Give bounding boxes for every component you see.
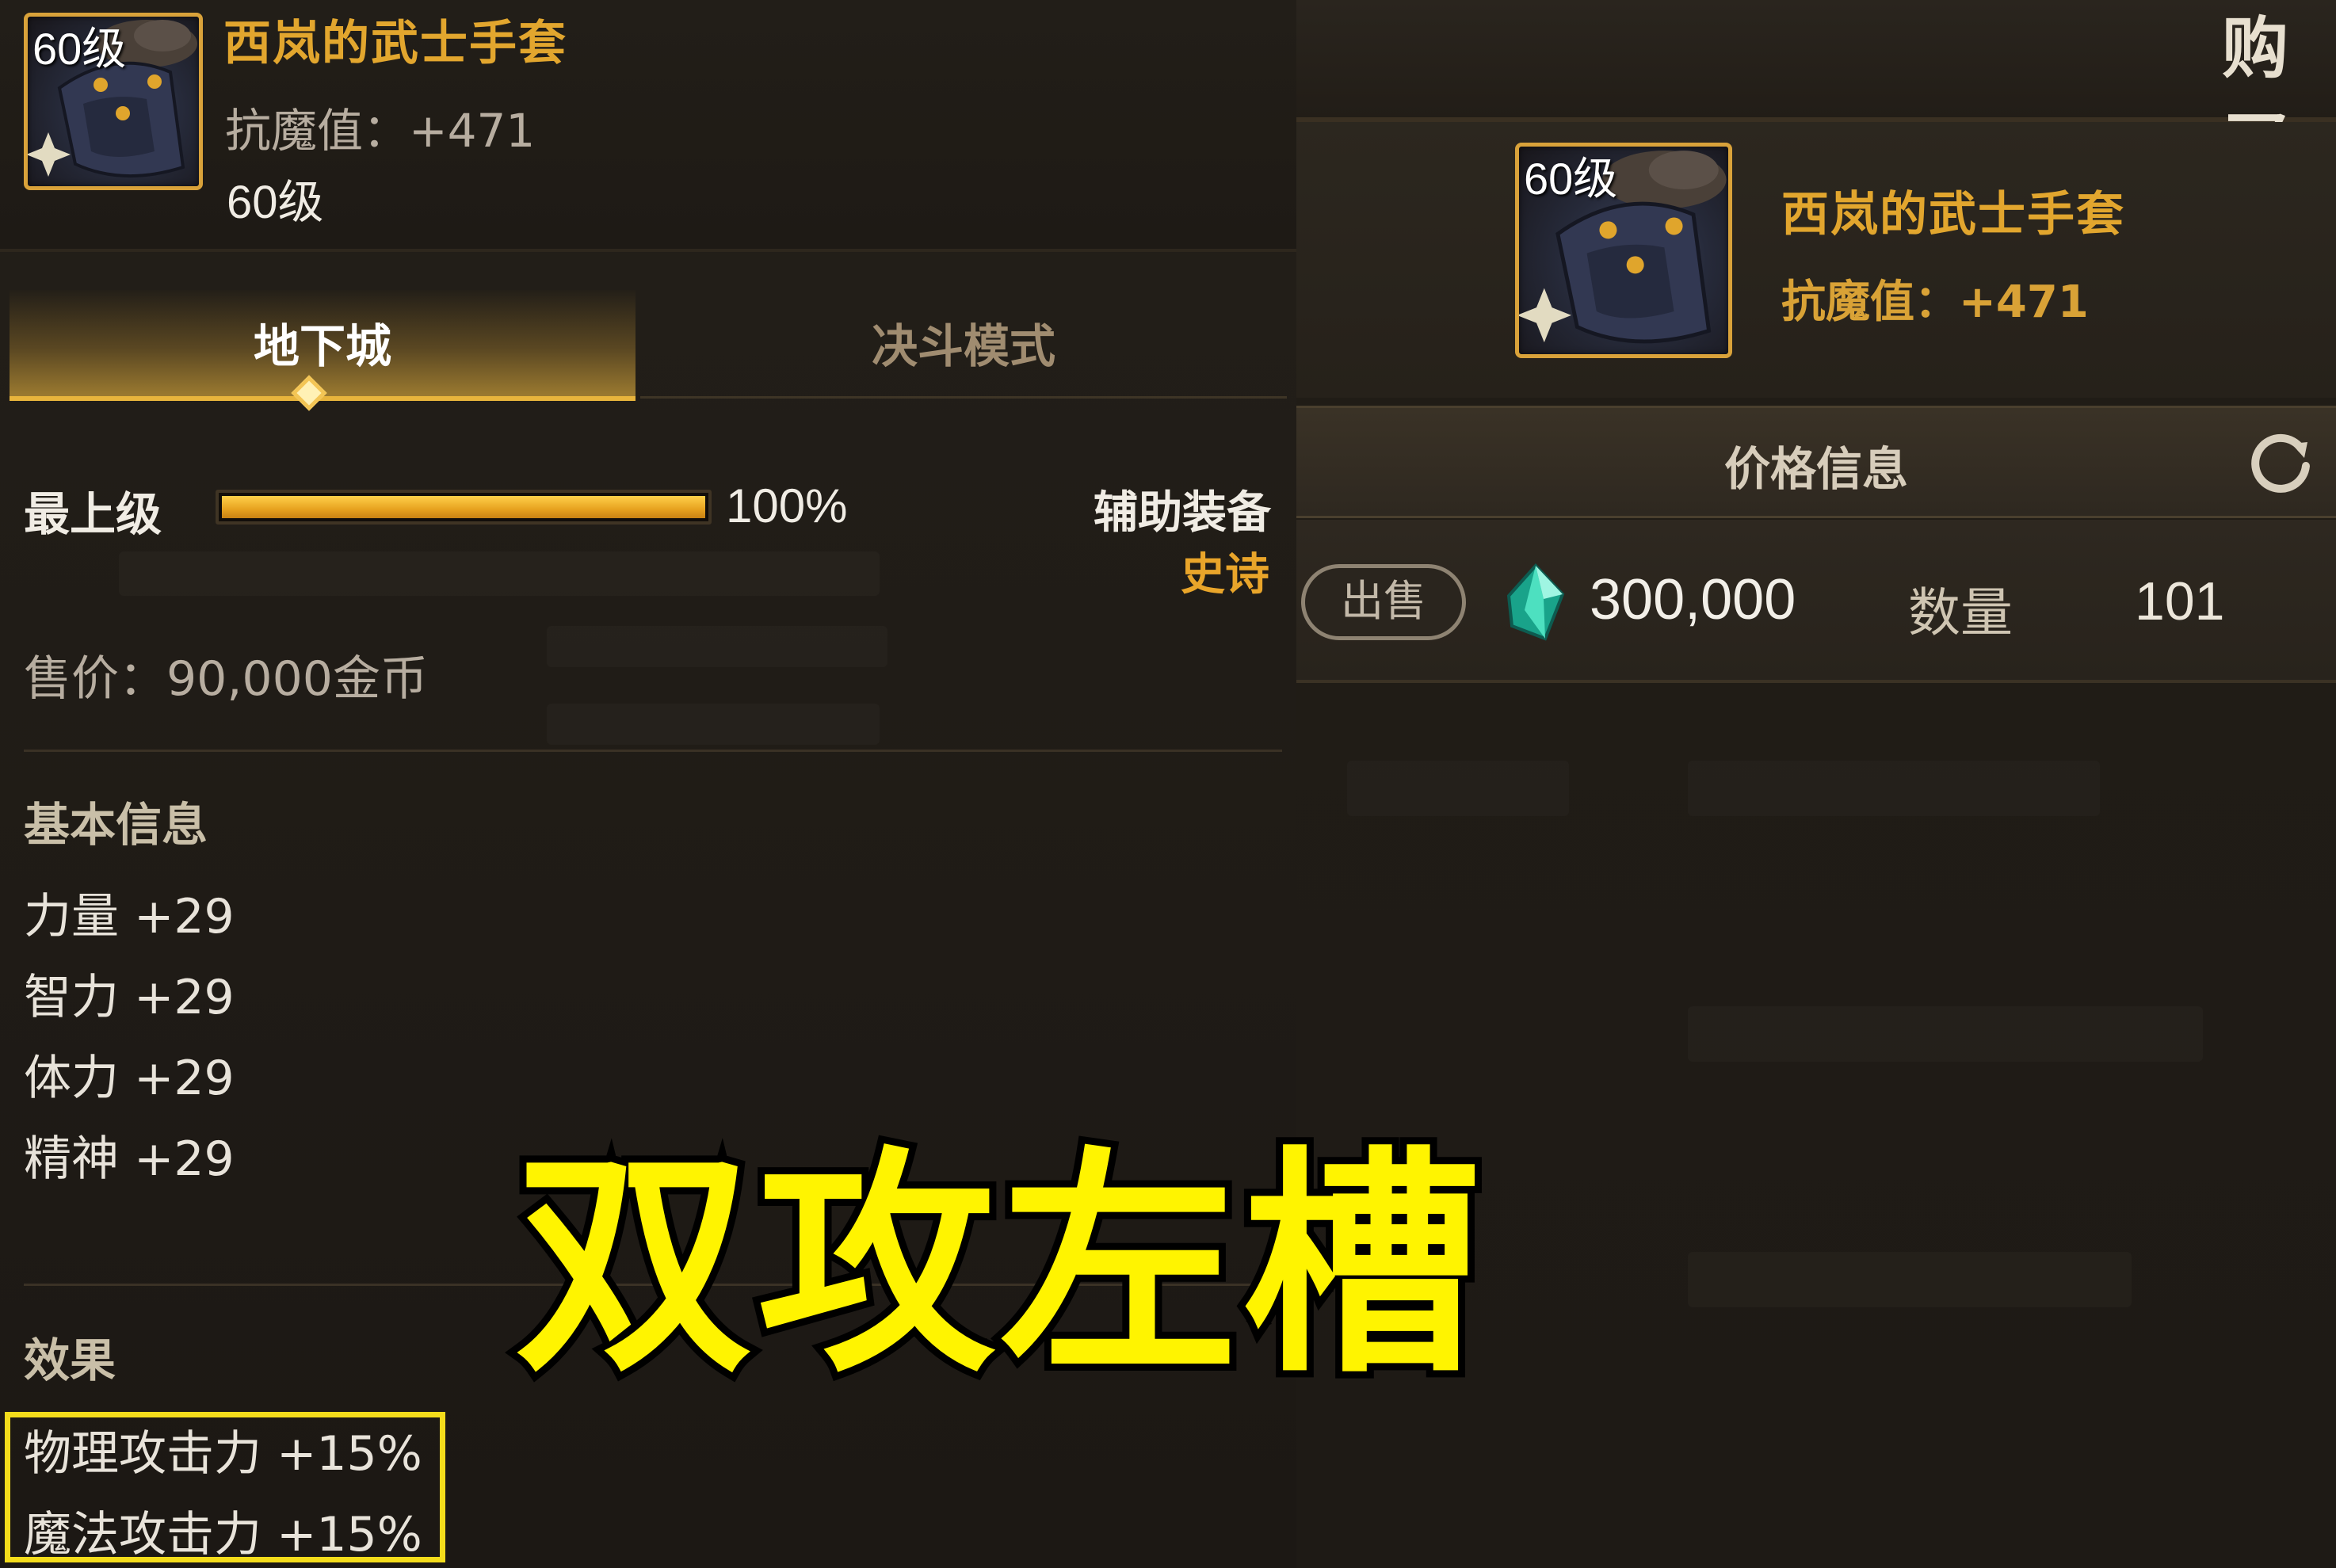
item-level-badge: 60级 [32,24,127,74]
market-magic-resist: 抗魔值：+471 [1781,277,2089,328]
tab-duel-label: 决斗模式 [871,319,1055,373]
tab-dungeon-label: 地下城 [253,319,391,373]
ghost-row [1347,761,1569,816]
price-info-bar: 价格信息 [1296,406,2336,518]
stat-intelligence: 智力 +29 [24,970,235,1025]
gauntlet-item-icon[interactable]: 60级 [24,13,203,190]
quantity-value: 101 [2135,571,2225,631]
ghost-row [547,626,887,667]
refresh-icon[interactable] [2246,425,2315,494]
item-name: 西岚的武士手套 [223,16,567,71]
item-level-badge: 60级 [1524,154,1618,204]
tab-duel-mode[interactable]: 决斗模式 [640,290,1287,396]
market-title-bar [1296,0,2336,122]
grade-percent: 100% [726,479,848,532]
tab-divider [640,396,1287,399]
gem-icon [1506,563,1565,641]
market-item-name: 西岚的武士手套 [1781,187,2125,242]
ghost-row [547,704,880,745]
rarity-label: 史诗 [1181,549,1269,601]
ghost-row [1688,1006,2203,1062]
video-caption-overlay: 双攻左槽 [508,1127,1487,1404]
ghost-row [1688,761,2100,816]
effect-physical-attack: 物理攻击力 +15% [24,1426,422,1482]
grade-progress-bar [216,490,712,525]
ghost-row [1688,1252,2132,1307]
stat-vitality: 体力 +29 [24,1051,235,1106]
market-gauntlet-item-icon[interactable]: 60级 [1515,143,1732,358]
sell-price: 售价：90,000金币 [24,651,428,707]
item-level-requirement: 60级 [227,177,324,228]
quantity-label: 数量 [1908,582,2013,643]
magic-resist-stat: 抗魔值：+471 [225,104,536,158]
equip-type: 辅助装备 [1094,487,1271,539]
stat-strength: 力量 +29 [24,889,235,944]
tab-dungeon[interactable]: 地下城 [10,290,636,401]
effect-magic-attack: 魔法攻击力 +15% [24,1507,422,1562]
ghost-row [119,551,880,596]
basic-info-title: 基本信息 [24,798,208,852]
listing-price: 300,000 [1590,568,1796,631]
price-info-title: 价格信息 [1723,442,1908,496]
grade-label: 最上级 [24,487,162,541]
sell-button[interactable]: 出售 [1301,564,1466,640]
section-divider [24,750,1282,752]
effects-title: 效果 [24,1333,116,1387]
market-item-card [1296,122,2336,398]
grade-progress-fill [222,496,705,518]
item-header: 60级 西岚的武士手套 抗魔值：+471 60级 [0,0,1296,252]
stat-spirit: 精神 +29 [24,1131,235,1187]
